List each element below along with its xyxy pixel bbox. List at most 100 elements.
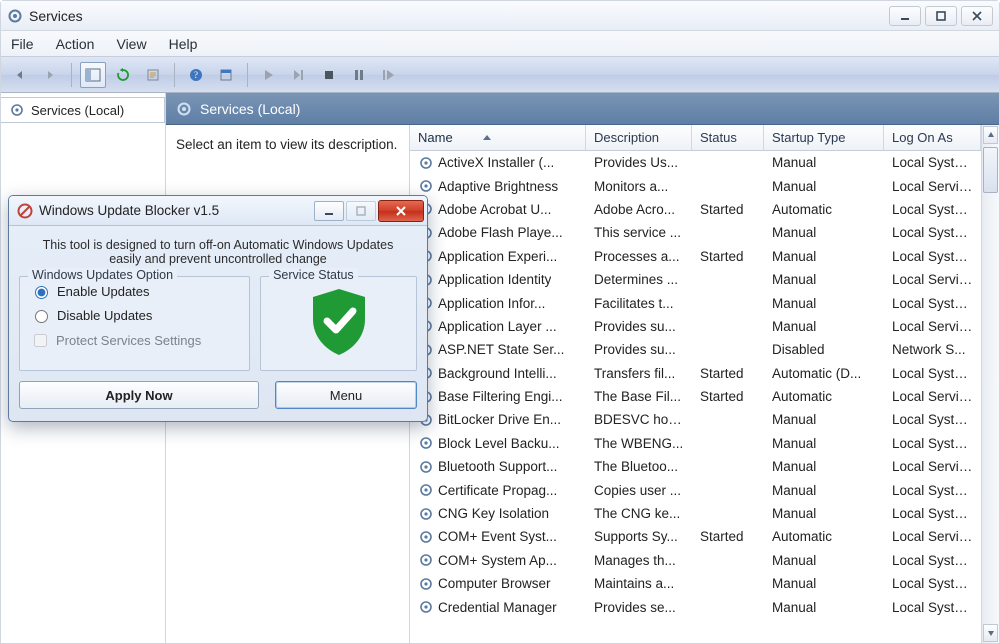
app-icon xyxy=(17,203,33,219)
col-header-startup[interactable]: Startup Type xyxy=(764,125,884,150)
cell-startup: Manual xyxy=(764,576,884,591)
cell-startup: Manual xyxy=(764,600,884,615)
cell-name: Application Layer ... xyxy=(438,319,557,334)
cell-name: ActiveX Installer (... xyxy=(438,155,554,170)
description-text: Select an item to view its description. xyxy=(176,137,397,152)
menu-action[interactable]: Action xyxy=(54,34,97,54)
col-header-description[interactable]: Description xyxy=(586,125,692,150)
menu-view[interactable]: View xyxy=(114,34,148,54)
show-hide-tree-button[interactable] xyxy=(80,62,106,88)
cell-description: The WBENG... xyxy=(586,436,692,451)
col-header-status[interactable]: Status xyxy=(692,125,764,150)
table-row[interactable]: Certificate Propag...Copies user ...Manu… xyxy=(410,478,981,501)
back-button[interactable] xyxy=(7,62,33,88)
cell-description: Transfers fil... xyxy=(586,366,692,381)
wub-close-button[interactable] xyxy=(378,200,424,222)
help-button[interactable]: ? xyxy=(183,62,209,88)
table-row[interactable]: Base Filtering Engi...The Base Fil...Sta… xyxy=(410,385,981,408)
cell-name: BitLocker Drive En... xyxy=(438,412,561,427)
cell-startup: Manual xyxy=(764,506,884,521)
table-row[interactable]: Adobe Acrobat U...Adobe Acro...StartedAu… xyxy=(410,198,981,221)
wub-status-group: Service Status xyxy=(260,276,417,371)
table-row[interactable]: ActiveX Installer (... Provides Us... Manu… xyxy=(410,151,981,174)
col-header-logon[interactable]: Log On As xyxy=(884,125,981,150)
cell-logon: Local Service xyxy=(884,529,981,544)
cell-name: Adobe Acrobat U... xyxy=(438,202,551,217)
wub-minimize-button[interactable] xyxy=(314,201,344,221)
menu-bar: File Action View Help xyxy=(1,31,999,57)
table-row[interactable]: Bluetooth Support...The Bluetoo...Manual… xyxy=(410,455,981,478)
gear-icon xyxy=(418,459,434,475)
menu-file[interactable]: File xyxy=(9,34,36,54)
menu-help[interactable]: Help xyxy=(167,34,200,54)
cell-startup: Automatic xyxy=(764,529,884,544)
enable-updates-radio[interactable]: Enable Updates xyxy=(30,283,239,299)
properties-button[interactable] xyxy=(213,62,239,88)
minimize-button[interactable] xyxy=(889,6,921,26)
cell-logon: Local Syste... xyxy=(884,155,981,170)
scroll-up-icon[interactable] xyxy=(983,126,998,144)
table-row[interactable]: Credential ManagerProvides se...ManualLo… xyxy=(410,595,981,618)
cell-startup: Automatic xyxy=(764,202,884,217)
gear-icon xyxy=(418,435,434,451)
resume-service-button[interactable] xyxy=(286,62,312,88)
table-row[interactable]: ASP.NET State Ser...Provides su...Disabl… xyxy=(410,338,981,361)
start-service-button[interactable] xyxy=(256,62,282,88)
wub-window: Windows Update Blocker v1.5 This tool is… xyxy=(8,195,428,422)
restart-service-button[interactable] xyxy=(376,62,402,88)
close-button[interactable] xyxy=(961,6,993,26)
table-row[interactable]: Block Level Backu...The WBENG...ManualLo… xyxy=(410,432,981,455)
tree-item-label: Services (Local) xyxy=(31,103,124,118)
wub-title-bar: Windows Update Blocker v1.5 xyxy=(9,196,427,226)
maximize-button[interactable] xyxy=(925,6,957,26)
table-row[interactable]: Adobe Flash Playe...This service ...Manu… xyxy=(410,221,981,244)
wub-options-group: Windows Updates Option Enable Updates Di… xyxy=(19,276,250,371)
table-row[interactable]: Application Layer ...Provides su...Manua… xyxy=(410,315,981,338)
pause-service-button[interactable] xyxy=(346,62,372,88)
protect-settings-checkbox[interactable]: Protect Services Settings xyxy=(30,331,239,350)
table-row[interactable]: Background Intelli...Transfers fil...Sta… xyxy=(410,362,981,385)
table-row[interactable]: COM+ System Ap...Manages th...ManualLoca… xyxy=(410,549,981,572)
table-row[interactable]: Application Experi...Processes a...Start… xyxy=(410,245,981,268)
cell-startup: Manual xyxy=(764,155,884,170)
scrollbar-thumb[interactable] xyxy=(983,147,998,193)
svg-text:?: ? xyxy=(194,70,198,80)
cell-status: Started xyxy=(692,389,764,404)
cell-logon: Local Syste... xyxy=(884,412,981,427)
col-header-name[interactable]: Name xyxy=(410,125,586,150)
table-row[interactable]: BitLocker Drive En...BDESVC hos...Manual… xyxy=(410,408,981,431)
cell-description: Provides Us... xyxy=(586,155,692,170)
cell-logon: Local Syste... xyxy=(884,576,981,591)
table-row[interactable]: Adaptive BrightnessMonitors a...ManualLo… xyxy=(410,174,981,197)
wub-window-title: Windows Update Blocker v1.5 xyxy=(39,203,219,218)
right-panel-header: Services (Local) xyxy=(166,93,999,125)
export-list-button[interactable] xyxy=(140,62,166,88)
menu-button[interactable]: Menu xyxy=(275,381,417,409)
cell-name: Adobe Flash Playe... xyxy=(438,225,563,240)
table-row[interactable]: CNG Key IsolationThe CNG ke...ManualLoca… xyxy=(410,502,981,525)
apply-now-button[interactable]: Apply Now xyxy=(19,381,259,409)
toolbar: ? xyxy=(1,57,999,93)
right-panel-title: Services (Local) xyxy=(200,101,300,117)
gear-icon xyxy=(9,102,25,118)
cell-startup: Manual xyxy=(764,296,884,311)
stop-service-button[interactable] xyxy=(316,62,342,88)
scroll-down-icon[interactable] xyxy=(983,624,998,642)
table-row[interactable]: Computer BrowserMaintains a...ManualLoca… xyxy=(410,572,981,595)
cell-description: Manages th... xyxy=(586,553,692,568)
table-row[interactable]: Application IdentityDetermines ...Manual… xyxy=(410,268,981,291)
tree-item-services-local[interactable]: Services (Local) xyxy=(1,97,165,123)
scrollbar-track[interactable] xyxy=(982,145,999,623)
cell-name: Block Level Backu... xyxy=(438,436,560,451)
refresh-button[interactable] xyxy=(110,62,136,88)
cell-description: Determines ... xyxy=(586,272,692,287)
disable-updates-radio[interactable]: Disable Updates xyxy=(30,307,239,323)
table-row[interactable]: Application Infor...Facilitates t...Manu… xyxy=(410,291,981,314)
gear-icon xyxy=(418,178,434,194)
cell-description: Provides se... xyxy=(586,600,692,615)
gear-icon xyxy=(418,155,434,171)
cell-startup: Manual xyxy=(764,249,884,264)
vertical-scrollbar[interactable] xyxy=(981,125,999,643)
table-row[interactable]: COM+ Event Syst...Supports Sy...StartedA… xyxy=(410,525,981,548)
forward-button[interactable] xyxy=(37,62,63,88)
